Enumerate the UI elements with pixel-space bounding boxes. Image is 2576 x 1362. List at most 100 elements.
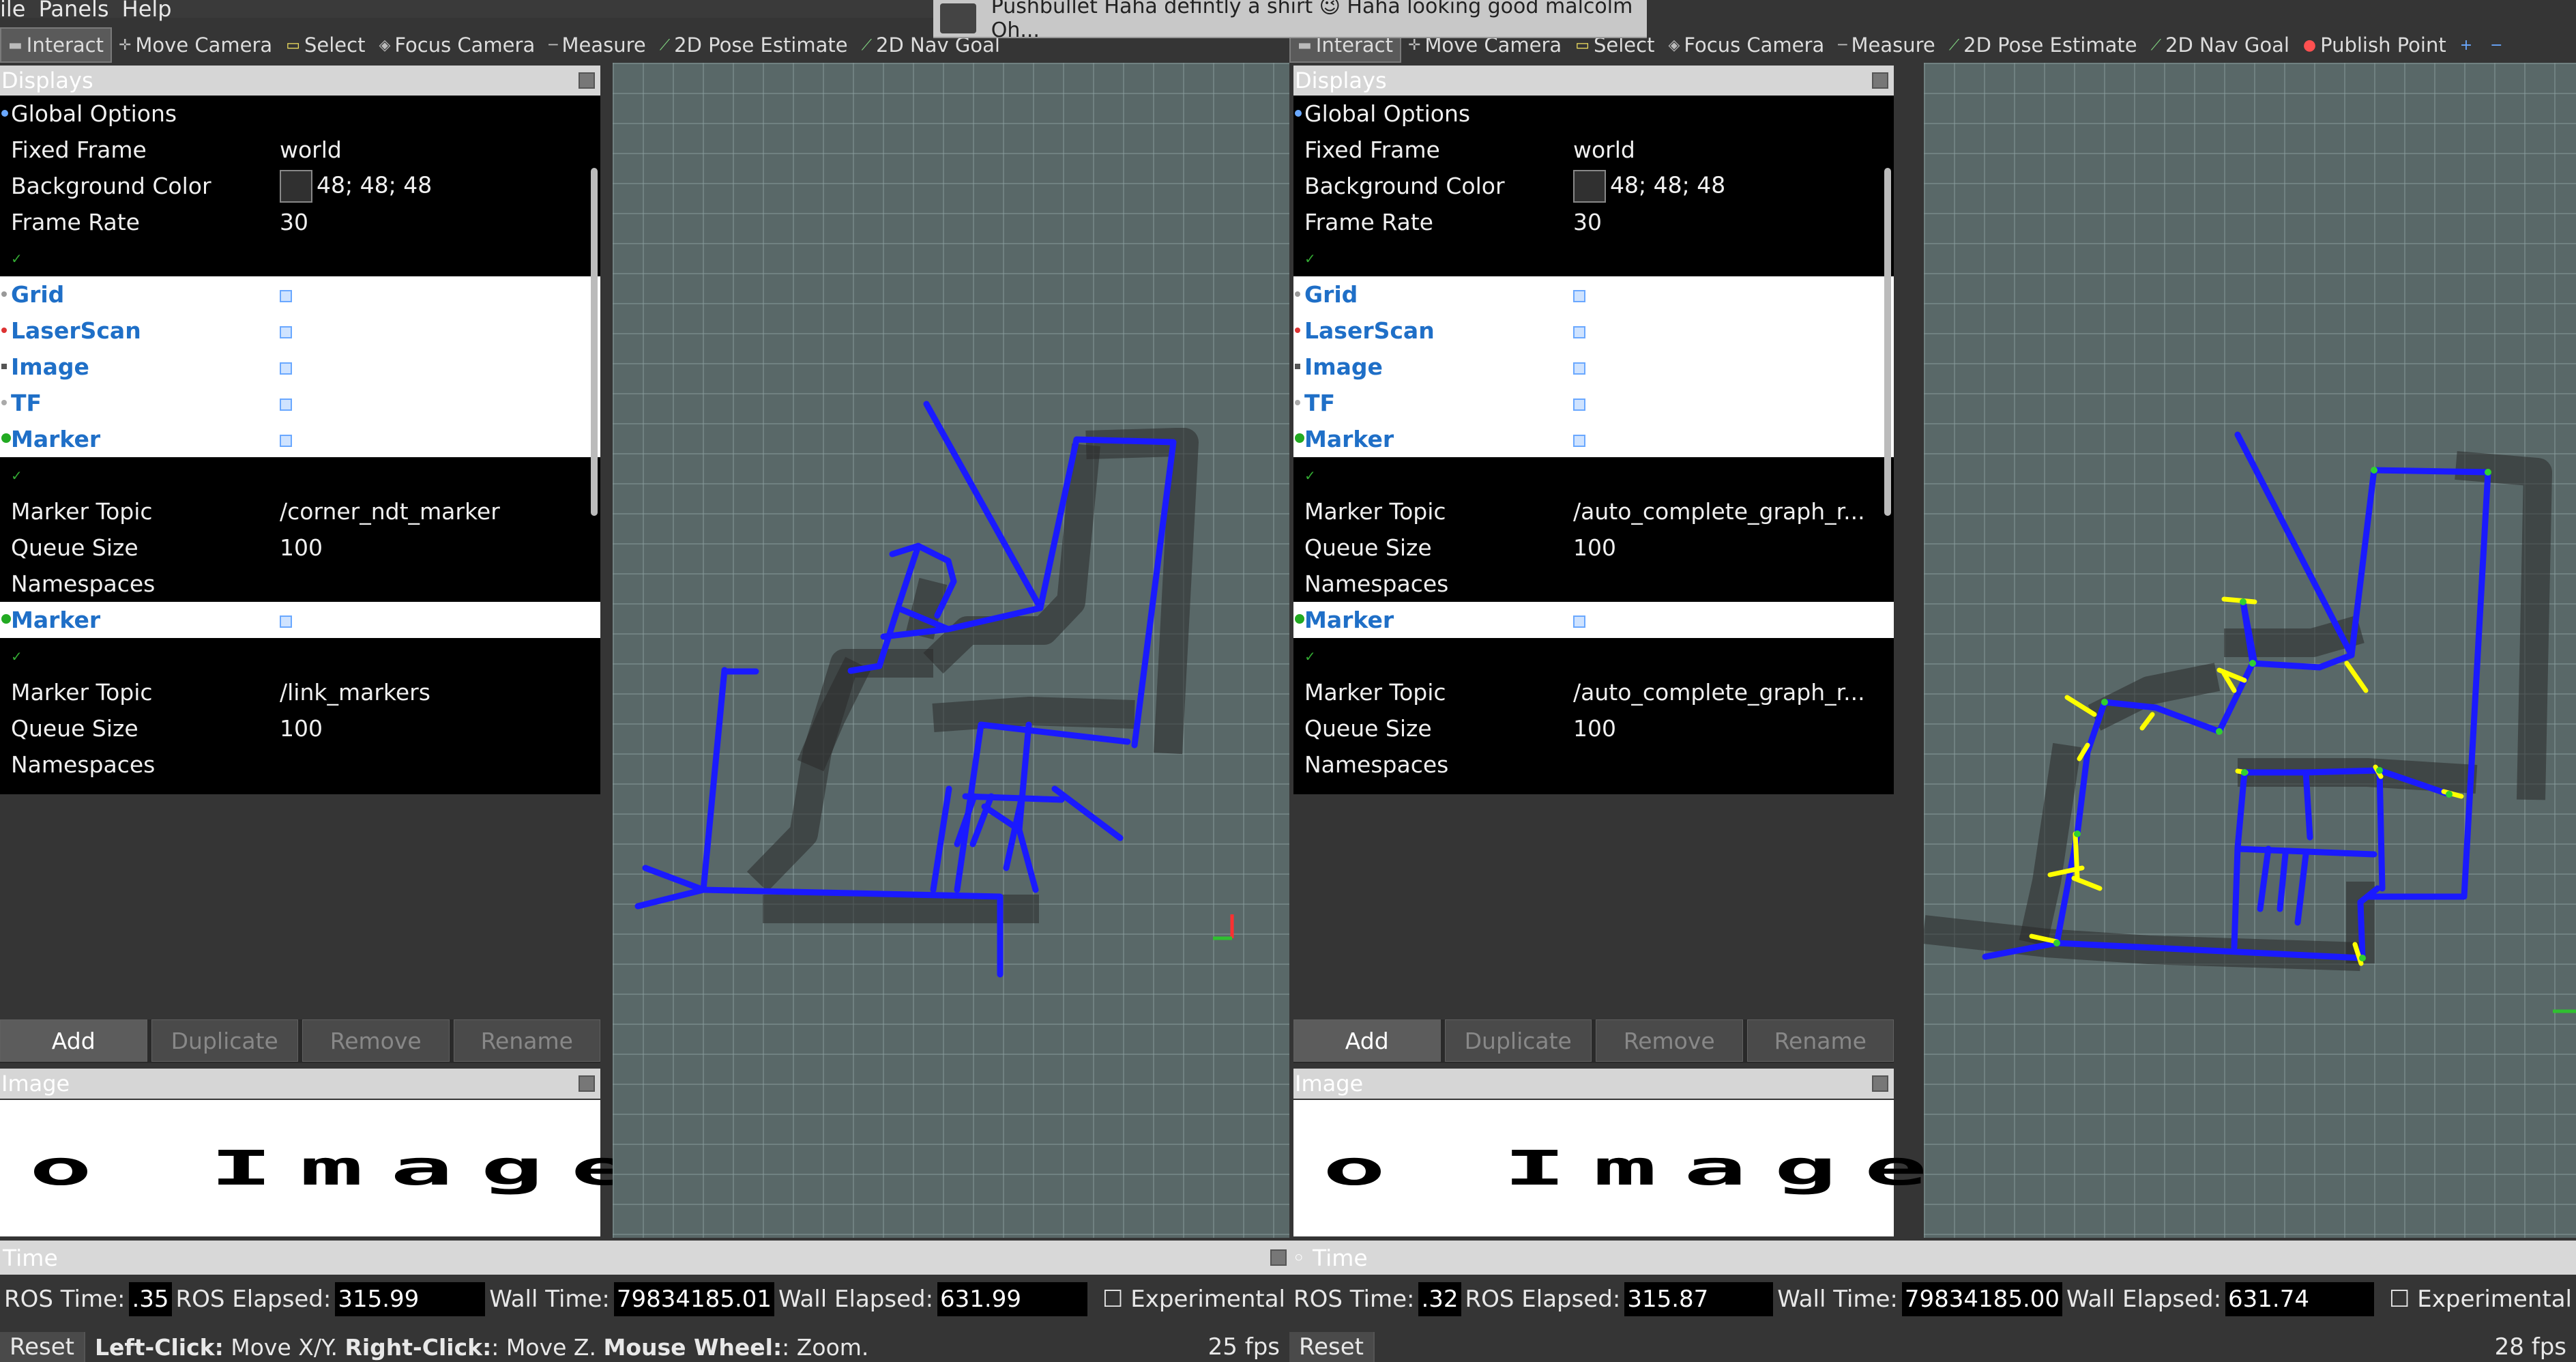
- tree-row-tf[interactable]: TF: [0, 385, 600, 421]
- displays-panel: Displays Global Options Fixed Frame world…: [0, 66, 600, 794]
- laserscan-checkbox[interactable]: [1573, 326, 1585, 338]
- tree-row-queue-size-2[interactable]: Queue Size 100: [1293, 710, 1894, 747]
- check-icon: ✓: [11, 250, 23, 267]
- tree-row-image[interactable]: Image: [0, 349, 600, 385]
- laserscan-icon: [1295, 328, 1300, 333]
- float-panel-icon[interactable]: [579, 1075, 595, 1092]
- add-button[interactable]: Add: [0, 1019, 147, 1062]
- tool-focus-camera[interactable]: ◈ Focus Camera: [372, 29, 542, 61]
- experimental-checkbox[interactable]: ☐ Experimental: [1102, 1286, 1285, 1313]
- remove-button[interactable]: Remove: [302, 1019, 450, 1062]
- tree-row-global-options[interactable]: Global Options: [0, 96, 600, 132]
- pushbullet-notification[interactable]: Pushbullet Haha defintly a shirt 😉 Haha …: [933, 0, 1647, 42]
- reset-button[interactable]: Reset: [1289, 1332, 1375, 1362]
- tree-row-marker-topic-1[interactable]: Marker Topic/corner_ndt_marker: [0, 493, 600, 530]
- marker-icon: [1, 614, 11, 624]
- tree-row-queue-size-1[interactable]: Queue Size 100: [1293, 530, 1894, 566]
- float-panel-icon[interactable]: [579, 72, 595, 89]
- tree-row-namespaces-1[interactable]: Namespaces: [0, 566, 600, 602]
- display-tree: Global Options Fixed Frame world Backgrou…: [1293, 96, 1894, 794]
- duplicate-button[interactable]: Duplicate: [151, 1019, 298, 1062]
- no-image-text: No Image: [1289, 1140, 1955, 1196]
- marker-checkbox[interactable]: [1573, 615, 1585, 628]
- status-bar: Reset Left-Click: Move X/Y. Right-Click:…: [0, 1332, 1289, 1362]
- color-swatch[interactable]: [280, 169, 312, 203]
- tool-2d-pose-estimate[interactable]: ⟋ 2D Pose Estimate: [1942, 29, 2144, 61]
- add-button[interactable]: Add: [1293, 1019, 1441, 1062]
- tree-row-grid[interactable]: Grid: [1293, 276, 1894, 313]
- float-panel-icon[interactable]: [1872, 1075, 1888, 1092]
- tree-row-namespaces-2[interactable]: Namespaces: [1293, 747, 1894, 783]
- tree-row-marker-topic-2[interactable]: Marker Topic/link_markers: [0, 674, 600, 710]
- laserscan-checkbox[interactable]: [280, 326, 292, 338]
- tf-checkbox[interactable]: [280, 399, 292, 411]
- display-buttons: Add Duplicate Remove Rename: [0, 1019, 600, 1063]
- tool-publish-point[interactable]: ● Publish Point: [2296, 29, 2453, 61]
- tree-scrollbar[interactable]: [591, 168, 598, 516]
- tree-row-laserscan[interactable]: LaserScan: [1293, 313, 1894, 349]
- displays-header: Displays: [0, 66, 600, 96]
- menu-file[interactable]: ile: [0, 0, 25, 22]
- tool-focus-camera[interactable]: ◈ Focus Camera: [1661, 29, 1831, 61]
- tool-2d-nav-goal[interactable]: ⟋ 2D Nav Goal: [2144, 29, 2296, 61]
- tf-checkbox[interactable]: [1573, 399, 1585, 411]
- global-options-icon: [1, 110, 8, 117]
- tree-row-background-color[interactable]: Background Color 48; 48; 48: [1293, 168, 1894, 204]
- tree-row-image[interactable]: Image: [1293, 349, 1894, 385]
- nav-goal-icon: ⟋: [2150, 36, 2162, 54]
- remove-button[interactable]: Remove: [1596, 1019, 1743, 1062]
- grid-checkbox[interactable]: [280, 290, 292, 302]
- marker-checkbox[interactable]: [280, 435, 292, 447]
- float-panel-icon[interactable]: [1872, 72, 1888, 89]
- tree-row-namespaces-2[interactable]: Namespaces: [0, 747, 600, 783]
- duplicate-button[interactable]: Duplicate: [1444, 1019, 1592, 1062]
- status-hint: Left-Click: Move X/Y. Right-Click:: Move…: [94, 1333, 869, 1361]
- tool-measure[interactable]: ─ Measure: [542, 29, 653, 61]
- wall-time-field: 79834185.01: [613, 1282, 775, 1316]
- render-viewport[interactable]: [613, 63, 1289, 1238]
- render-viewport[interactable]: [1922, 63, 2576, 1238]
- tool-2d-pose-estimate[interactable]: ⟋ 2D Pose Estimate: [653, 29, 855, 61]
- marker-checkbox[interactable]: [1573, 435, 1585, 447]
- tree-row-queue-size-1[interactable]: Queue Size 100: [0, 530, 600, 566]
- tool-select[interactable]: ▭ Select: [279, 29, 372, 61]
- tool-move-camera[interactable]: ✛ Move Camera: [112, 29, 279, 61]
- tree-scrollbar[interactable]: [1884, 168, 1891, 516]
- tree-row-frame-rate[interactable]: Frame Rate 30: [1293, 204, 1894, 240]
- tree-row-marker-2[interactable]: Marker: [1293, 602, 1894, 638]
- menu-panels[interactable]: Panels: [39, 0, 109, 22]
- tool-interact[interactable]: ▬ Interact: [0, 27, 112, 63]
- image-checkbox[interactable]: [280, 362, 292, 375]
- fps-counter: 28 fps: [2494, 1333, 2566, 1361]
- rename-button[interactable]: Rename: [453, 1019, 600, 1062]
- tree-row-marker-1[interactable]: Marker: [1293, 421, 1894, 457]
- tree-row-fixed-frame[interactable]: Fixed Frame world: [1293, 132, 1894, 168]
- tree-row-queue-size-2[interactable]: Queue Size 100: [0, 710, 600, 747]
- tree-row-namespaces-1[interactable]: Namespaces: [1293, 566, 1894, 602]
- image-checkbox[interactable]: [1573, 362, 1585, 375]
- tree-row-marker-2[interactable]: Marker: [0, 602, 600, 638]
- tree-row-frame-rate[interactable]: Frame Rate 30: [0, 204, 600, 240]
- tool-add[interactable]: +: [2453, 29, 2483, 61]
- tree-row-laserscan[interactable]: LaserScan: [0, 313, 600, 349]
- tree-row-marker-topic-1[interactable]: Marker Topic/auto_complete_graph_r...: [1293, 493, 1894, 530]
- rviz-window-left: ile Panels Help ▬ Interact ✛ Move Camera ▭…: [0, 0, 1289, 1362]
- float-panel-icon[interactable]: [1270, 1249, 1287, 1266]
- marker-checkbox[interactable]: [280, 615, 292, 628]
- grid-checkbox[interactable]: [1573, 290, 1585, 302]
- tree-row-global-options[interactable]: Global Options: [1293, 96, 1894, 132]
- tree-row-tf[interactable]: TF: [1293, 385, 1894, 421]
- tool-remove[interactable]: −: [2483, 29, 2513, 61]
- tree-row-background-color[interactable]: Background Color 48; 48; 48: [0, 168, 600, 204]
- menu-help[interactable]: Help: [122, 0, 172, 22]
- rename-button[interactable]: Rename: [1746, 1019, 1894, 1062]
- experimental-checkbox[interactable]: ☐ Experimental: [2389, 1286, 2572, 1313]
- tree-row-grid[interactable]: Grid: [0, 276, 600, 313]
- tool-measure[interactable]: ─ Measure: [1831, 29, 1942, 61]
- tree-row-fixed-frame[interactable]: Fixed Frame world: [0, 132, 600, 168]
- reset-button[interactable]: Reset: [0, 1332, 85, 1362]
- color-swatch[interactable]: [1573, 169, 1606, 203]
- move-camera-icon: ✛: [118, 36, 132, 54]
- tree-row-marker-1[interactable]: Marker: [0, 421, 600, 457]
- tree-row-marker-topic-2[interactable]: Marker Topic/auto_complete_graph_r...: [1293, 674, 1894, 710]
